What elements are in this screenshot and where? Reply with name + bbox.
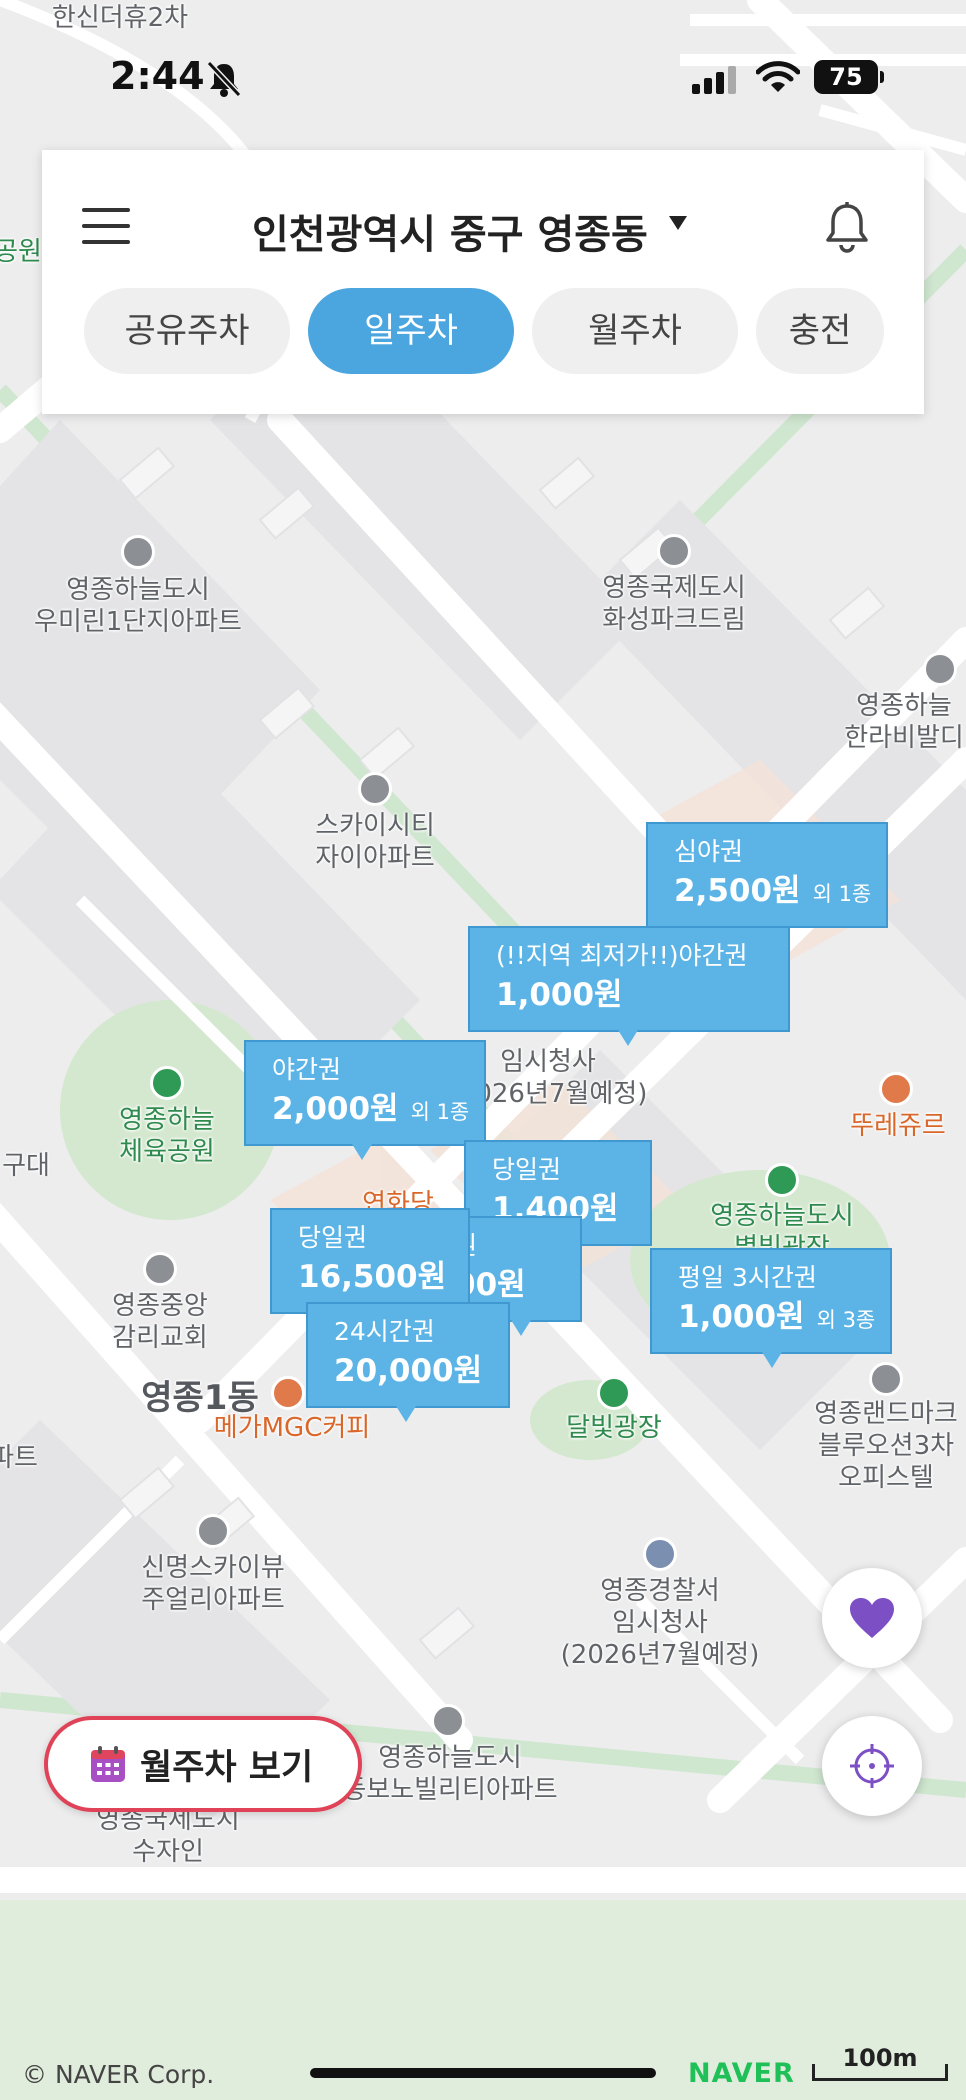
bell-off-icon: [206, 60, 242, 98]
battery-indicator: 75: [814, 60, 884, 94]
dropdown-caret-icon[interactable]: [669, 216, 687, 230]
map-label: 영종하늘 체육공원: [119, 1105, 215, 1167]
naver-logo: NAVER: [688, 2058, 795, 2089]
menu-icon[interactable]: [82, 208, 130, 244]
pass-price: 1,000원: [678, 1299, 805, 1335]
map-label: 영종1동: [141, 1378, 259, 1418]
park-icon: [597, 1376, 631, 1410]
apartment-icon: [196, 1514, 230, 1548]
parking-price-bubble[interactable]: 24시간권 20,000원: [306, 1302, 510, 1422]
apartment-icon: [431, 1704, 465, 1738]
pass-extra: 외 1종: [410, 1100, 470, 1124]
pass-price: 2,500원: [674, 873, 801, 909]
view-monthly-parking-button[interactable]: 월주차 보기: [44, 1716, 362, 1812]
crosshair-icon: [850, 1744, 894, 1788]
map-label: 영종하늘도시 우미린1단지아파트: [34, 575, 242, 637]
map-label: 공원: [0, 237, 42, 267]
map-label: 파트: [0, 1443, 38, 1473]
church-icon: [143, 1252, 177, 1286]
park-icon: [765, 1163, 799, 1197]
map-scale-bar: 100m: [812, 2044, 948, 2081]
favorites-button[interactable]: [822, 1568, 922, 1668]
view-monthly-parking-label: 월주차 보기: [140, 1747, 314, 1788]
pass-name: (!!지역 최저가!!)야간권: [496, 941, 748, 970]
map-label: 영종랜드마크 블루오션3차 오피스텔: [814, 1399, 958, 1493]
pass-name: 심야권: [674, 837, 744, 866]
parking-price-bubble[interactable]: 당일권 16,500원: [270, 1208, 470, 1328]
my-location-button[interactable]: [822, 1716, 922, 1816]
map-label: 영종국제도시 화성파크드림: [602, 573, 746, 635]
status-time: 2:44: [110, 54, 205, 98]
bakery-icon: [879, 1072, 913, 1106]
signal-icon: [692, 66, 736, 94]
map-label: 구대: [2, 1151, 50, 1181]
map-label: 영종하늘도시 동보노빌리티아파트: [342, 1743, 558, 1805]
apartment-icon: [358, 772, 392, 806]
map-label: 메가MGC커피: [213, 1413, 371, 1443]
tab-charging[interactable]: 충전: [756, 288, 884, 374]
tab-monthly-parking[interactable]: 월주차: [532, 288, 738, 374]
wifi-icon: [756, 61, 800, 92]
police-icon: [643, 1537, 677, 1571]
cafe-icon: [271, 1376, 305, 1410]
map-label: 신명스카이뷰 주얼리아파트: [141, 1553, 285, 1615]
apartment-icon: [923, 652, 957, 686]
pass-price: 2,000원: [272, 1091, 399, 1127]
map-label: 영종하늘 한라비발디: [844, 691, 964, 753]
pass-price: 1,000원: [496, 977, 623, 1013]
parking-price-bubble[interactable]: 평일 3시간권 1,000원 외 3종: [650, 1248, 892, 1368]
location-header-card: 인천광역시 중구 영종동 공유주차 일주차 월주차 충전: [42, 150, 924, 414]
map-label: 영종중앙 감리교회: [112, 1291, 208, 1353]
parking-price-bubble[interactable]: 야간권 2,000원 외 1종: [244, 1040, 486, 1160]
pass-name: 야간권: [272, 1055, 342, 1084]
home-indicator[interactable]: [310, 2068, 656, 2078]
parking-type-tabs: 공유주차 일주차 월주차 충전: [84, 288, 924, 374]
pass-name: 평일 3시간권: [678, 1263, 817, 1292]
map-label: 뚜레쥬르: [850, 1111, 946, 1141]
tab-shared-parking[interactable]: 공유주차: [84, 288, 290, 374]
apartment-icon: [869, 1362, 903, 1396]
apartment-icon: [121, 535, 155, 569]
parking-price-bubble[interactable]: 심야권 2,500원 외 1종: [646, 822, 888, 942]
heart-icon: [850, 1598, 894, 1638]
map-label: 스카이시티 자이아파트: [315, 811, 435, 873]
pass-extra: 외 1종: [812, 882, 872, 906]
calendar-icon: [91, 1746, 125, 1782]
parking-price-bubble[interactable]: (!!지역 최저가!!)야간권 1,000원: [468, 926, 790, 1046]
apartment-icon: [657, 534, 691, 568]
map-label: 한신더휴2차: [51, 3, 189, 33]
park-icon: [150, 1066, 184, 1100]
notification-bell-icon[interactable]: [822, 200, 872, 254]
region-selector[interactable]: 인천광역시 중구 영종동: [252, 202, 648, 260]
pass-extra: 외 3종: [816, 1308, 876, 1332]
pass-name: 당일권: [492, 1155, 562, 1184]
map-label: 영종경찰서 임시청사 (2026년7월예정): [560, 1576, 760, 1670]
map-label: 달빛광장: [566, 1413, 662, 1443]
scale-label: 100m: [842, 2044, 918, 2072]
pass-price: 20,000원: [334, 1353, 483, 1389]
pass-name: 당일권: [298, 1223, 368, 1252]
tab-daily-parking[interactable]: 일주차: [308, 288, 514, 374]
map-copyright: © NAVER Corp.: [22, 2060, 215, 2089]
pass-name: 24시간권: [334, 1317, 435, 1346]
pass-price: 16,500원: [298, 1259, 447, 1295]
map-label: 영종국제도시 수자인: [96, 1805, 240, 1867]
